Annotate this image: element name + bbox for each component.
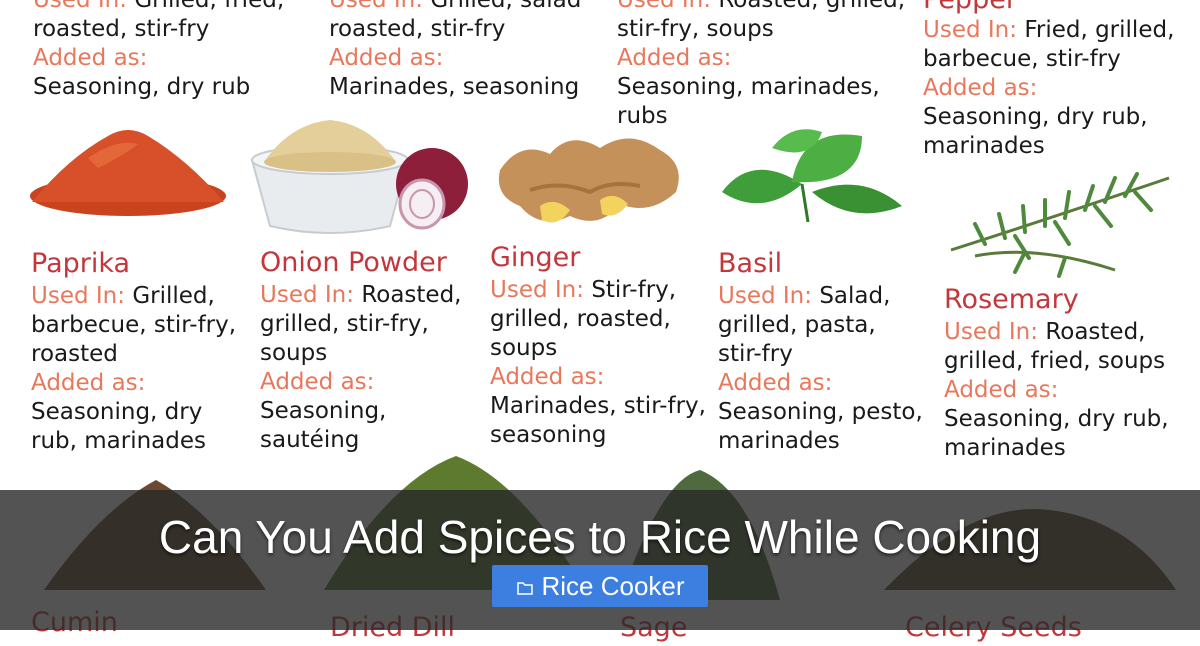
spice-card-onion-powder: Onion Powder Used In: Roasted, grilled, … bbox=[260, 247, 462, 455]
used-in-label: Used In: bbox=[718, 283, 812, 309]
used-in-text: barbecue, stir-fry, bbox=[31, 312, 237, 338]
used-in-text: grilled, fried, soups bbox=[944, 348, 1166, 374]
category-button[interactable]: Rice Cooker bbox=[492, 565, 708, 607]
used-in-text: Fried, grilled, bbox=[1024, 17, 1175, 43]
spice-card-basil: Basil Used In: Salad, grilled, pasta, st… bbox=[718, 248, 923, 456]
used-in-label: Used In: bbox=[329, 0, 423, 13]
added-as-label: Added as: bbox=[718, 370, 833, 396]
used-in-text: barbecue, stir-fry bbox=[923, 46, 1121, 72]
spice-name: Onion Powder bbox=[260, 247, 447, 278]
added-as-text: Marinades, stir-fry, bbox=[490, 393, 706, 419]
used-in-text: Grilled, fried, bbox=[134, 0, 285, 13]
used-in-text: Grilled, salad bbox=[430, 0, 582, 13]
spice-card-rosemary: Rosemary Used In: Roasted, grilled, frie… bbox=[944, 284, 1169, 463]
used-in-text: soups bbox=[260, 340, 328, 366]
added-as-label: Added as: bbox=[329, 45, 444, 71]
spice-name: Ginger bbox=[490, 242, 581, 273]
added-as-text: marinades bbox=[944, 435, 1066, 461]
used-in-text: Roasted, grilled, bbox=[718, 0, 906, 13]
onion-powder-image bbox=[250, 120, 468, 234]
used-in-text: roasted bbox=[31, 341, 118, 367]
spice-card-paprika: Paprika Used In: Grilled, barbecue, stir… bbox=[31, 248, 236, 456]
used-in-label: Used In: bbox=[33, 0, 127, 13]
spice-name: Paprika bbox=[31, 248, 131, 279]
added-as-text: Seasoning, bbox=[260, 398, 387, 424]
added-as-text: Seasoning, dry rub, bbox=[944, 406, 1169, 432]
used-in-text: Roasted, bbox=[361, 282, 462, 308]
added-as-label: Added as: bbox=[490, 364, 605, 390]
used-in-text: stir-fry bbox=[718, 341, 793, 367]
basil-image bbox=[722, 129, 902, 223]
post-title[interactable]: Can You Add Spices to Rice While Cooking bbox=[0, 510, 1200, 564]
used-in-label: Used In: bbox=[923, 17, 1017, 43]
added-as-text: rub, marinades bbox=[31, 428, 207, 454]
used-in-text: grilled, pasta, bbox=[718, 312, 876, 338]
spice-card-ginger: Ginger Used In: Stir-fry, grilled, roast… bbox=[490, 242, 706, 450]
used-in-text: roasted, stir-fry bbox=[33, 16, 210, 42]
spice-name: Basil bbox=[718, 248, 783, 279]
used-in-text: Stir-fry, bbox=[591, 277, 677, 303]
used-in-text: Roasted, bbox=[1045, 319, 1146, 345]
used-in-text: grilled, stir-fry, bbox=[260, 311, 429, 337]
spice-name: Rosemary bbox=[944, 284, 1079, 315]
added-as-label: Added as: bbox=[31, 370, 146, 396]
used-in-text: stir-fry, soups bbox=[617, 16, 774, 42]
spice-card-top-3: Used In: Roasted, grilled, stir-fry, sou… bbox=[617, 0, 905, 131]
used-in-text: roasted, stir-fry bbox=[329, 16, 506, 42]
used-in-label: Used In: bbox=[944, 319, 1038, 345]
used-in-label: Used In: bbox=[260, 282, 354, 308]
added-as-text: Seasoning, dry bbox=[31, 399, 203, 425]
category-label: Rice Cooker bbox=[541, 571, 685, 601]
used-in-text: soups bbox=[490, 335, 558, 361]
added-as-label: Added as: bbox=[944, 377, 1059, 403]
folder-icon bbox=[515, 565, 535, 607]
added-as-label: Added as: bbox=[617, 45, 732, 71]
added-as-text: Seasoning, marinades, bbox=[617, 74, 880, 100]
added-as-text: marinades bbox=[718, 428, 840, 454]
used-in-text: Salad, bbox=[819, 283, 891, 309]
added-as-text: Seasoning, dry rub, bbox=[923, 104, 1148, 130]
used-in-text: Grilled, bbox=[132, 283, 215, 309]
added-as-text: Seasoning, pesto, bbox=[718, 399, 923, 425]
used-in-text: grilled, roasted, bbox=[490, 306, 671, 332]
added-as-text: Seasoning, dry rub bbox=[33, 74, 251, 100]
paprika-image bbox=[30, 130, 226, 216]
used-in-label: Used In: bbox=[490, 277, 584, 303]
ginger-image bbox=[498, 138, 679, 223]
used-in-label: Used In: bbox=[31, 283, 125, 309]
spice-card-top-2: Used In: Grilled, salad roasted, stir-fr… bbox=[329, 0, 581, 102]
spice-name: Pepper bbox=[923, 0, 1174, 14]
rosemary-image bbox=[950, 172, 1170, 278]
added-as-label: Added as: bbox=[33, 45, 148, 71]
used-in-label: Used In: bbox=[617, 0, 711, 13]
added-as-label: Added as: bbox=[260, 369, 375, 395]
added-as-text: marinades bbox=[923, 133, 1045, 159]
spice-card-top-1: Used In: Grilled, fried, roasted, stir-f… bbox=[33, 0, 284, 102]
spice-card-pepper: Pepper Used In: Fried, grilled, barbecue… bbox=[923, 0, 1174, 161]
added-as-text: seasoning bbox=[490, 422, 607, 448]
added-as-label: Added as: bbox=[923, 75, 1038, 101]
added-as-text: Marinades, seasoning bbox=[329, 74, 580, 100]
